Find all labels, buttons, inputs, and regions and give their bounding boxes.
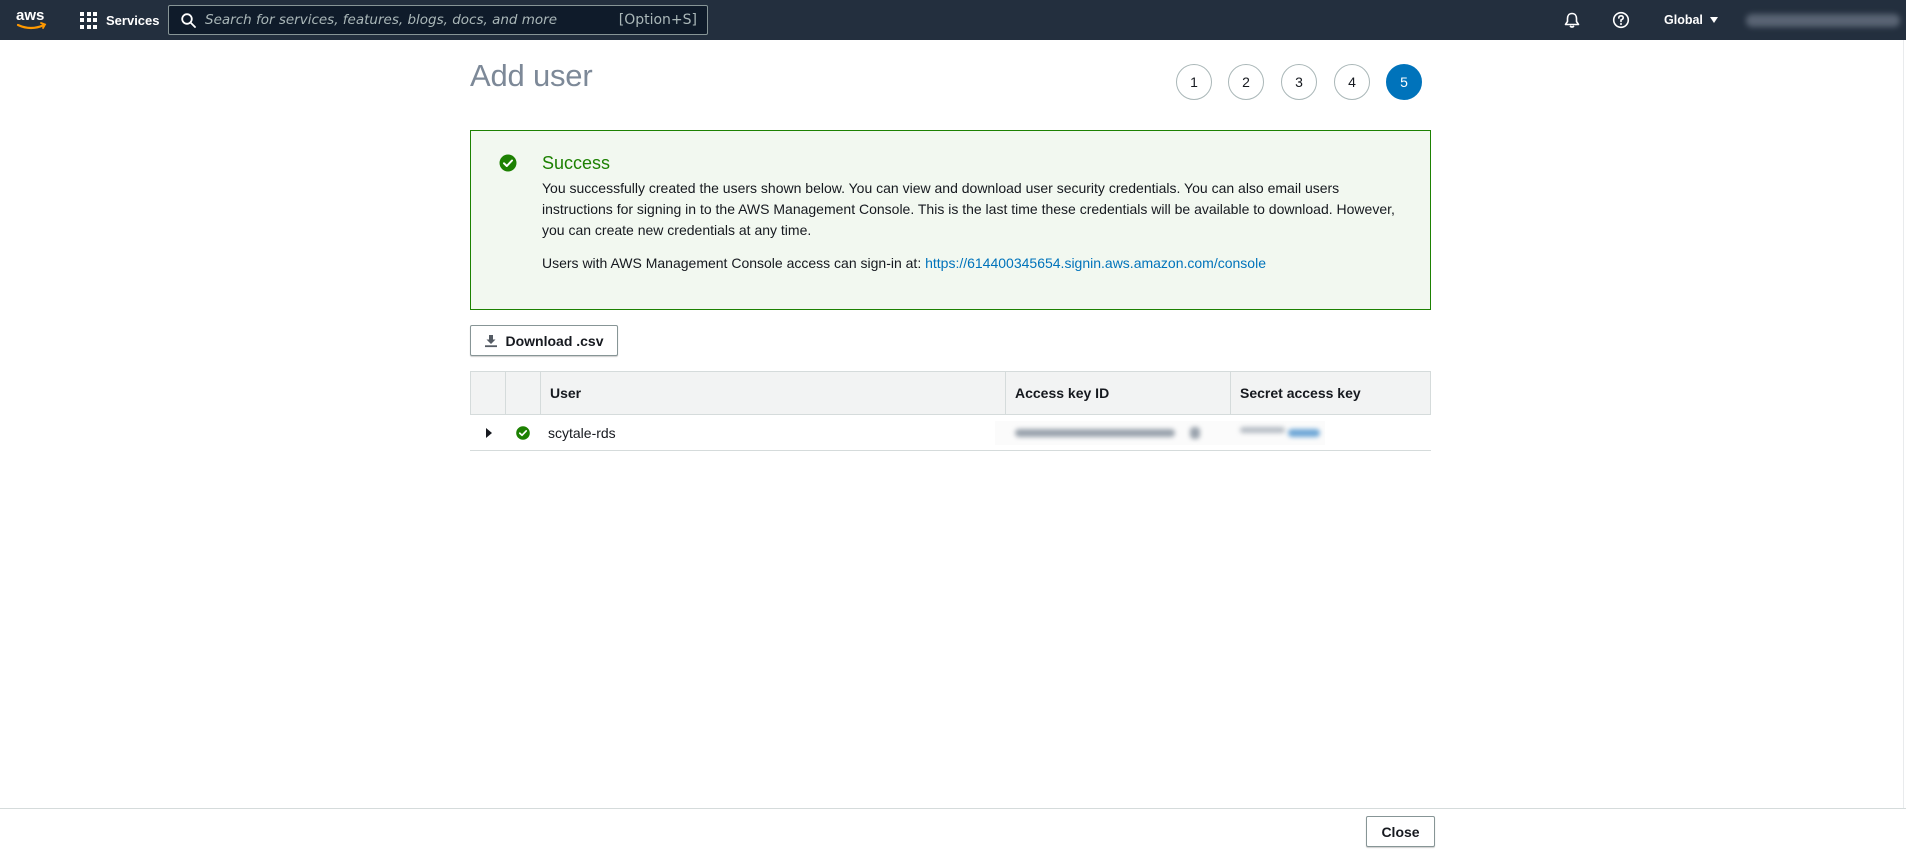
- show-secret-link[interactable]: [1288, 429, 1320, 437]
- column-header-access-key-id: Access key ID: [1006, 372, 1231, 414]
- step-4[interactable]: 4: [1334, 64, 1370, 100]
- region-label: Global: [1664, 13, 1703, 27]
- grid-icon: [80, 11, 97, 29]
- caret-right-icon: [485, 427, 492, 438]
- alert-message: You successfully created the users shown…: [542, 180, 1395, 238]
- table-header: User Access key ID Secret access key: [470, 371, 1431, 415]
- search-input[interactable]: [205, 12, 605, 28]
- help-icon[interactable]: [1611, 10, 1631, 30]
- step-5[interactable]: 5: [1386, 64, 1422, 100]
- signin-prefix: Users with AWS Management Console access…: [542, 255, 922, 271]
- download-icon: [485, 334, 498, 347]
- services-label: Services: [106, 12, 160, 28]
- copy-icon[interactable]: [1190, 427, 1200, 439]
- region-selector[interactable]: Global: [1664, 0, 1718, 40]
- column-header-user: User: [541, 372, 1006, 414]
- check-circle-icon: [515, 425, 530, 440]
- search-icon: [180, 12, 196, 28]
- column-header-expand: [471, 372, 506, 414]
- secret-access-key-value: [1240, 427, 1285, 433]
- search-box[interactable]: [Option+S]: [168, 5, 708, 35]
- user-status-cell: [505, 415, 540, 450]
- user-name-cell: scytale-rds: [548, 424, 616, 441]
- step-1[interactable]: 1: [1176, 64, 1212, 100]
- table-row: scytale-rds: [470, 415, 1431, 451]
- expand-row-toggle[interactable]: [470, 415, 505, 450]
- download-csv-button[interactable]: Download .csv: [470, 325, 618, 356]
- services-menu-button[interactable]: Services: [80, 0, 160, 40]
- top-navigation-bar: aws Services [Option+S] Global: [0, 0, 1906, 40]
- account-menu[interactable]: [1746, 14, 1900, 27]
- close-button[interactable]: Close: [1366, 816, 1435, 847]
- page-title: Add user: [470, 58, 593, 93]
- users-credentials-table: User Access key ID Secret access key scy…: [470, 371, 1431, 451]
- chevron-down-icon: [1709, 17, 1718, 23]
- step-3[interactable]: 3: [1281, 64, 1317, 100]
- bell-icon[interactable]: [1562, 10, 1582, 30]
- access-key-id-value: [1015, 429, 1175, 437]
- column-header-secret-access-key: Secret access key: [1240, 385, 1361, 401]
- success-alert: Success You successfully created the use…: [470, 130, 1431, 310]
- aws-logo[interactable]: aws: [15, 5, 49, 33]
- page-divider: [1903, 40, 1904, 808]
- check-circle-icon: [499, 154, 517, 172]
- download-csv-label: Download .csv: [505, 332, 604, 349]
- column-header-status: [506, 372, 541, 414]
- step-2[interactable]: 2: [1228, 64, 1264, 100]
- search-shortcut-hint: [Option+S]: [618, 12, 697, 28]
- alert-title: Success: [542, 153, 611, 173]
- svg-text:aws: aws: [16, 7, 44, 24]
- wizard-footer: [0, 808, 1906, 856]
- signin-url-link[interactable]: https://614400345654.signin.aws.amazon.c…: [925, 255, 1266, 271]
- signin-info: Users with AWS Management Console access…: [542, 255, 1266, 271]
